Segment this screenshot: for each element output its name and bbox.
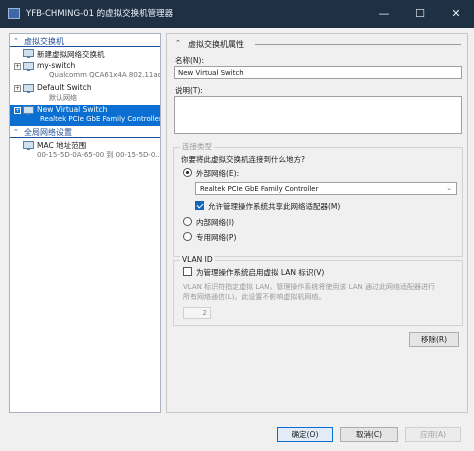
app-icon <box>8 8 20 19</box>
switch-tree[interactable]: ⌃ 虚拟交换机 新建虚拟网络交换机 + my-switch Qualcomm Q… <box>9 33 161 413</box>
private-network-label: 专用网络(P) <box>196 233 237 242</box>
switch-name: New Virtual Switch <box>37 105 108 114</box>
expand-icon[interactable]: + <box>14 85 21 92</box>
cancel-button[interactable]: 取消(C) <box>340 427 398 442</box>
vlan-id-input[interactable]: 2 <box>183 307 211 319</box>
external-network-label: 外部网络(E): <box>196 169 240 178</box>
maximize-button[interactable]: ☐ <box>402 0 438 28</box>
mac-address-icon <box>23 141 34 150</box>
vlan-description: 所有网络通信(L)。此设置不影响虚拟机网络。 <box>183 293 326 301</box>
section-header: ⌃ 虚拟交换机属性 <box>175 39 461 49</box>
minimize-button[interactable]: — <box>366 0 402 28</box>
ok-button[interactable]: 确定(O) <box>277 427 333 442</box>
chevron-down-icon: ⌄ <box>446 184 452 192</box>
group-global-network-settings[interactable]: ⌃ 全局网络设置 <box>10 127 160 138</box>
window-title: YFB-CHMING-01 的虚拟交换机管理器 <box>26 9 174 19</box>
allow-management-label: 允许管理操作系统共享此网络适配器(M) <box>208 202 341 211</box>
expand-icon[interactable]: + <box>14 107 21 114</box>
notes-textarea[interactable] <box>174 96 462 134</box>
tree-item-mac-range[interactable]: MAC 地址范围 00-15-5D-0A-65-00 到 00-15-5D-0.… <box>10 140 160 160</box>
network-adapter-icon <box>23 106 34 115</box>
tree-item-switch[interactable]: + my-switch Qualcomm QCA61x4A 802.11ac W… <box>10 61 160 81</box>
section-title: 虚拟交换机属性 <box>188 40 244 49</box>
collapse-icon[interactable]: ⌃ <box>13 128 21 136</box>
external-network-radio[interactable] <box>183 168 192 177</box>
vlan-title: VLAN ID <box>180 255 215 264</box>
switch-properties-pane: ⌃ 虚拟交换机属性 名称(N): New Virtual Switch 说明(T… <box>166 33 468 413</box>
internal-network-label: 内部网络(I) <box>196 218 235 227</box>
tree-item-new-switch[interactable]: 新建虚拟网络交换机 <box>10 48 160 59</box>
apply-button[interactable]: 应用(A) <box>405 427 461 442</box>
network-adapter-icon <box>23 84 34 93</box>
switch-name: Default Switch <box>37 83 92 92</box>
section-divider <box>255 44 461 45</box>
collapse-icon[interactable]: ⌃ <box>13 37 21 45</box>
allow-management-checkbox[interactable] <box>195 201 204 210</box>
external-adapter-select[interactable]: Realtek PCIe GbE Family Controller ⌄ <box>195 182 457 195</box>
vlan-description: VLAN 标识符指定虚拟 LAN，管理操作系统将使用该 LAN 通过此网络适配器… <box>183 283 435 291</box>
tree-item-switch-selected[interactable]: + New Virtual Switch Realtek PCIe GbE Fa… <box>10 105 160 126</box>
vlan-enable-label: 为管理操作系统启用虚拟 LAN 标识(V) <box>196 268 325 277</box>
notes-label: 说明(T): <box>175 86 203 95</box>
group-virtual-switches[interactable]: ⌃ 虚拟交换机 <box>10 36 160 47</box>
expand-icon[interactable]: + <box>14 63 21 70</box>
switch-name: my-switch <box>37 61 76 70</box>
close-button[interactable]: ✕ <box>438 0 474 28</box>
connection-type-title: 连接类型 <box>180 141 214 152</box>
internal-network-radio[interactable] <box>183 217 192 226</box>
name-label: 名称(N): <box>175 56 204 65</box>
group-divider <box>10 46 160 47</box>
switch-adapter: Qualcomm QCA61x4A 802.11ac W... <box>49 71 161 79</box>
group-divider <box>10 137 160 138</box>
mac-range-value: 00-15-5D-0A-65-00 到 00-15-5D-0... <box>37 151 161 159</box>
vlan-enable-checkbox[interactable] <box>183 267 192 276</box>
private-network-radio[interactable] <box>183 232 192 241</box>
remove-button[interactable]: 移除(R) <box>409 332 459 347</box>
name-input[interactable]: New Virtual Switch <box>174 66 462 79</box>
network-adapter-icon <box>23 62 34 71</box>
title-bar: YFB-CHMING-01 的虚拟交换机管理器 — ☐ ✕ <box>0 0 474 28</box>
connection-question: 你要将此虚拟交换机连接到什么地方? <box>181 155 305 164</box>
selected-adapter: Realtek PCIe GbE Family Controller <box>200 185 319 193</box>
tree-item-label: 新建虚拟网络交换机 <box>37 50 105 59</box>
collapse-icon[interactable]: ⌃ <box>175 39 181 47</box>
tree-item-switch[interactable]: + Default Switch 默认网络 <box>10 83 160 103</box>
switch-adapter: Realtek PCIe GbE Family Controller <box>40 115 161 123</box>
switch-adapter: 默认网络 <box>49 94 77 102</box>
network-adapter-icon <box>23 49 34 58</box>
